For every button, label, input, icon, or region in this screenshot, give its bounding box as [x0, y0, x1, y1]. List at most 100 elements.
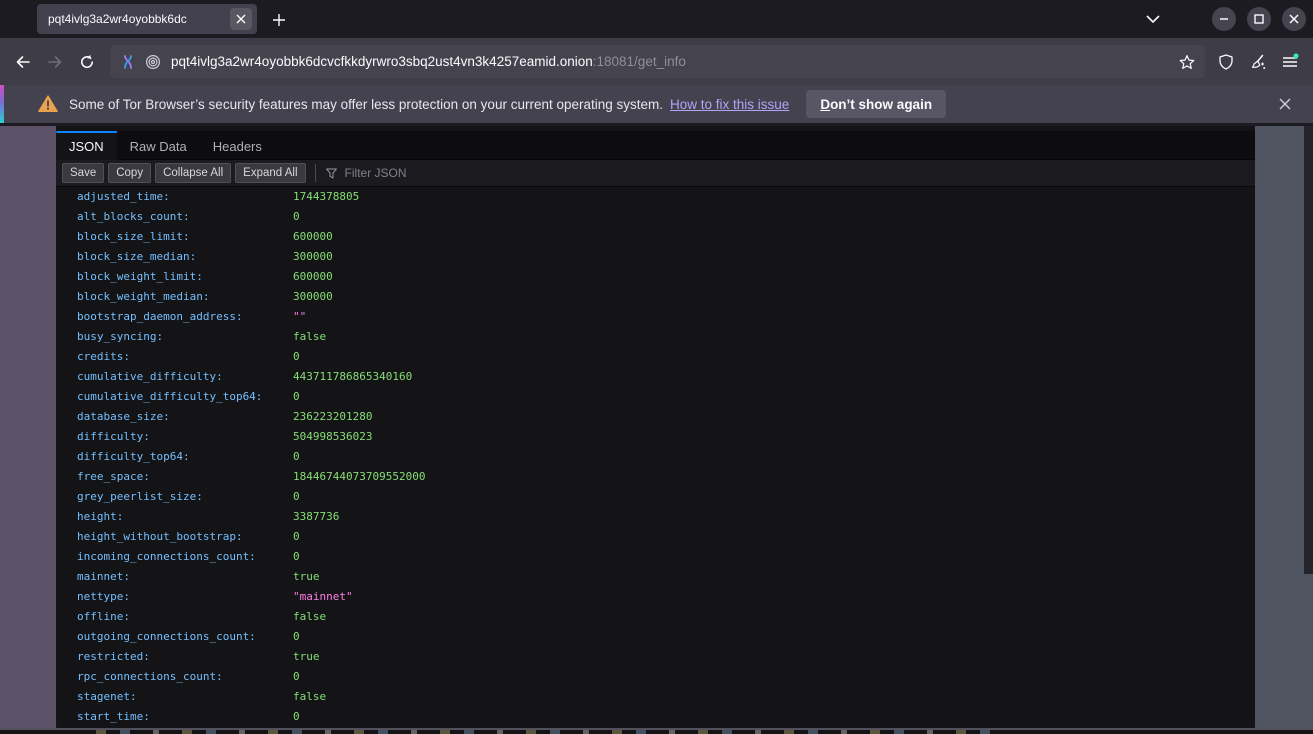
- json-value: 300000: [293, 287, 333, 307]
- dont-show-again-button[interactable]: Don’t show again: [806, 90, 946, 118]
- json-key: height:: [77, 507, 293, 527]
- tab-close-button[interactable]: [230, 8, 252, 30]
- warning-icon: [38, 95, 58, 113]
- json-value: 0: [293, 487, 300, 507]
- json-row: database_size:236223201280: [56, 407, 1255, 427]
- json-row: difficulty_top64:0: [56, 447, 1255, 467]
- json-row: mainnet:true: [56, 567, 1255, 587]
- json-key: difficulty:: [77, 427, 293, 447]
- json-row: difficulty:504998536023: [56, 427, 1255, 447]
- collapse-all-button[interactable]: Collapse All: [155, 163, 231, 183]
- filter-placeholder: Filter JSON: [345, 166, 407, 180]
- json-rows: adjusted_time:1744378805alt_blocks_count…: [56, 187, 1255, 727]
- minimize-icon: [1219, 14, 1229, 24]
- save-button[interactable]: Save: [62, 163, 104, 183]
- url-host: pqt4ivlg3a2wr4oyobbk6dcvcfkkdyrwro3sbq2u…: [171, 54, 593, 69]
- json-value: 3387736: [293, 507, 339, 527]
- clipped-content-strip: [0, 730, 1313, 734]
- json-value: 18446744073709552000: [293, 467, 425, 487]
- new-tab-button[interactable]: [266, 7, 292, 33]
- close-icon: [1289, 14, 1299, 24]
- forward-button[interactable]: [39, 46, 71, 78]
- list-all-tabs-button[interactable]: [1140, 6, 1166, 32]
- json-value: true: [293, 647, 320, 667]
- json-value: 0: [293, 387, 300, 407]
- tor-circuit-icon[interactable]: [120, 54, 136, 70]
- notification-close-button[interactable]: [1273, 92, 1297, 116]
- json-row: block_size_median:300000: [56, 247, 1255, 267]
- expand-all-button[interactable]: Expand All: [235, 163, 305, 183]
- close-icon: [1279, 98, 1291, 110]
- json-row: nettype:"mainnet": [56, 587, 1255, 607]
- json-row: adjusted_time:1744378805: [56, 187, 1255, 207]
- back-arrow-icon: [15, 54, 31, 70]
- json-key: mainnet:: [77, 567, 293, 587]
- back-button[interactable]: [7, 46, 39, 78]
- json-key: busy_syncing:: [77, 327, 293, 347]
- json-key: restricted:: [77, 647, 293, 667]
- notification-message: Some of Tor Browser’s security features …: [69, 97, 663, 112]
- copy-button[interactable]: Copy: [108, 163, 151, 183]
- json-value: 1744378805: [293, 187, 359, 207]
- scrollbar-thumb[interactable]: [1304, 126, 1313, 574]
- json-value: false: [293, 607, 326, 627]
- json-row: incoming_connections_count:0: [56, 547, 1255, 567]
- url-bar[interactable]: pqt4ivlg3a2wr4oyobbk6dcvcfkkdyrwro3sbq2u…: [110, 45, 1205, 78]
- json-row: outgoing_connections_count:0: [56, 627, 1255, 647]
- filter-funnel-icon: [325, 167, 338, 180]
- json-value: 0: [293, 347, 300, 367]
- json-row: block_size_limit:600000: [56, 227, 1255, 247]
- json-value: 504998536023: [293, 427, 372, 447]
- json-viewer-tabs: JSON Raw Data Headers: [56, 131, 1255, 160]
- page-scrollbar[interactable]: [1304, 126, 1313, 728]
- clipped-text-marks: [96, 730, 1011, 734]
- close-window-button[interactable]: [1282, 7, 1306, 31]
- json-key: cumulative_difficulty_top64:: [77, 387, 293, 407]
- json-key: stagenet:: [77, 687, 293, 707]
- url-port-path: :18081/get_info: [593, 54, 686, 69]
- new-identity-button[interactable]: [1242, 46, 1274, 78]
- json-value: 0: [293, 207, 300, 227]
- json-row: bootstrap_daemon_address:"": [56, 307, 1255, 327]
- json-key: alt_blocks_count:: [77, 207, 293, 227]
- json-row: height:3387736: [56, 507, 1255, 527]
- tab-raw-data[interactable]: Raw Data: [117, 131, 200, 160]
- url-text: pqt4ivlg3a2wr4oyobbk6dcvcfkkdyrwro3sbq2u…: [171, 54, 1179, 69]
- json-value: false: [293, 327, 326, 347]
- json-value: 0: [293, 627, 300, 647]
- tab-json[interactable]: JSON: [56, 131, 117, 160]
- filter-json-input[interactable]: Filter JSON: [325, 166, 1249, 180]
- minimize-button[interactable]: [1212, 7, 1236, 31]
- json-value: 0: [293, 527, 300, 547]
- update-available-dot: [1293, 53, 1298, 58]
- onion-site-icon[interactable]: [145, 54, 161, 70]
- app-menu-button[interactable]: [1274, 46, 1306, 78]
- shield-icon: [1218, 54, 1234, 70]
- json-key: bootstrap_daemon_address:: [77, 307, 293, 327]
- how-to-fix-link[interactable]: How to fix this issue: [670, 97, 789, 112]
- maximize-button[interactable]: [1247, 7, 1271, 31]
- json-row: block_weight_median:300000: [56, 287, 1255, 307]
- json-value: 600000: [293, 267, 333, 287]
- bookmark-star-button[interactable]: [1179, 54, 1195, 70]
- broom-icon: [1250, 54, 1266, 70]
- star-icon: [1179, 54, 1195, 70]
- toolbar-separator: [315, 164, 316, 182]
- browser-tab[interactable]: pqt4ivlg3a2wr4oyobbk6dc: [37, 4, 257, 34]
- json-row: offline:false: [56, 607, 1255, 627]
- reload-button[interactable]: [71, 46, 103, 78]
- forward-arrow-icon: [47, 54, 63, 70]
- json-row: block_weight_limit:600000: [56, 267, 1255, 287]
- json-viewer-panel: JSON Raw Data Headers Save Copy Collapse…: [56, 126, 1255, 728]
- json-row: grey_peerlist_size:0: [56, 487, 1255, 507]
- json-key: offline:: [77, 607, 293, 627]
- json-row: rpc_connections_count:0: [56, 667, 1255, 687]
- json-key: block_weight_median:: [77, 287, 293, 307]
- security-level-button[interactable]: [1210, 46, 1242, 78]
- window-controls: [1212, 7, 1306, 31]
- tab-headers[interactable]: Headers: [200, 131, 275, 160]
- notification-bar: Some of Tor Browser’s security features …: [0, 85, 1313, 123]
- json-key: grey_peerlist_size:: [77, 487, 293, 507]
- json-key: rpc_connections_count:: [77, 667, 293, 687]
- json-value: 300000: [293, 247, 333, 267]
